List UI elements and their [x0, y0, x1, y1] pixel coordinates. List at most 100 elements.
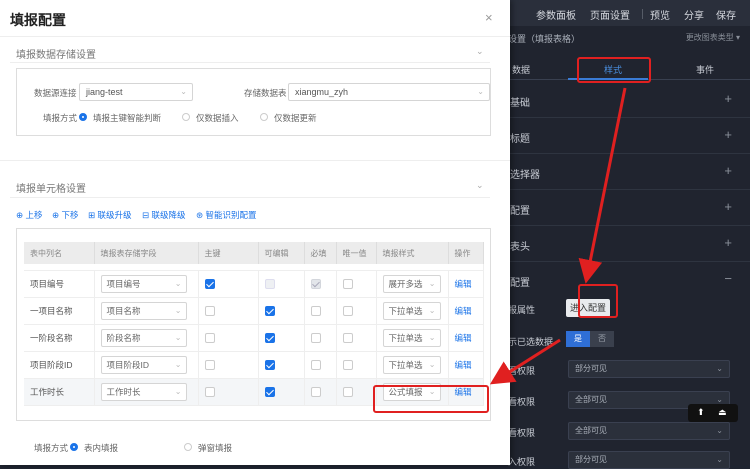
chevron-down-icon[interactable]: ⌄	[476, 46, 484, 57]
section-config[interactable]: 配置 +	[490, 190, 750, 226]
chevron-down-icon: ⌄	[174, 332, 182, 342]
cascade-upgrade-button[interactable]: ⊞ 联级升级	[88, 209, 132, 221]
edit-link[interactable]: 编辑	[455, 360, 472, 370]
unique-checkbox[interactable]	[342, 332, 353, 343]
required-checkbox[interactable]	[310, 305, 321, 316]
component-subtitle: 设置（填报表格）	[508, 34, 581, 44]
divider	[10, 62, 490, 63]
required-checkbox	[310, 278, 321, 289]
primary-key-checkbox[interactable]	[204, 332, 215, 343]
fill-mode-radio-update[interactable]	[260, 113, 268, 121]
preview-menu[interactable]: 预览	[650, 7, 670, 22]
page-settings-menu[interactable]: 页面设置	[590, 7, 630, 22]
section-fill-config[interactable]: 配置 −	[490, 262, 750, 298]
storage-field-select[interactable]: 项目编号 ⌄	[100, 274, 187, 293]
fill-mode-radio-smart[interactable]	[79, 113, 87, 121]
bottom-mode-radio-popup[interactable]	[184, 443, 192, 451]
expand-icon: +	[724, 91, 732, 106]
section-selector[interactable]: 选择器 +	[490, 154, 750, 190]
permission-select-4[interactable]: 部分可见 ⌄	[568, 451, 730, 469]
chevron-down-icon: ⌄	[716, 426, 723, 435]
table-row: 一阶段名称 阶段名称 ⌄ 下拉单选 ⌄ 编辑	[24, 324, 484, 352]
storage-table-label: 存储数据表	[244, 88, 287, 98]
fill-style-select[interactable]: 下拉单选 ⌄	[382, 301, 441, 320]
section-title[interactable]: 标题 +	[490, 118, 750, 154]
chevron-down-icon: ⌄	[428, 359, 436, 369]
bottom-fill-mode-label: 填报方式	[34, 443, 69, 453]
cell-section-title: 填报单元格设置	[16, 184, 86, 195]
edit-link[interactable]: 编辑	[455, 279, 472, 289]
datasource-label: 数据源连接	[34, 88, 77, 98]
required-checkbox[interactable]	[310, 332, 321, 343]
required-checkbox[interactable]	[310, 359, 321, 370]
edit-link[interactable]: 编辑	[455, 333, 472, 343]
tab-data[interactable]: 数据	[512, 63, 530, 76]
move-down-button[interactable]: ⊕ 下移	[52, 209, 79, 221]
fill-style-select[interactable]: 下拉单选 ⌄	[382, 355, 441, 374]
permission-select-3[interactable]: 全部可见 ⌄	[568, 422, 730, 440]
permission-label-1: 看权限	[508, 366, 536, 376]
editable-checkbox[interactable]	[264, 305, 275, 316]
toggle-yes[interactable]: 是	[566, 331, 590, 347]
chevron-down-icon[interactable]: ⌄	[476, 180, 484, 191]
move-up-button[interactable]: ⊕ 上移	[16, 209, 43, 221]
editable-checkbox[interactable]	[264, 332, 275, 343]
expand-icon: +	[724, 235, 732, 250]
permission-label-4: 入权限	[508, 457, 536, 467]
primary-key-checkbox[interactable]	[204, 359, 215, 370]
table-row: 项目编号 项目编号 ⌄ 展开多选 ⌄ 编辑	[24, 270, 484, 298]
show-selected-label: 示已选数据	[508, 337, 554, 347]
col-name-cell: 项目编号	[24, 270, 95, 298]
storage-table-select[interactable]: xiangmu_zyh ⌄	[288, 83, 490, 101]
change-chart-type[interactable]: 更改图表类型 ▾	[686, 32, 740, 43]
storage-section-title: 填报数据存储设置	[16, 50, 96, 61]
primary-key-checkbox[interactable]	[204, 386, 215, 397]
fill-style-select[interactable]: 下拉单选 ⌄	[382, 328, 441, 347]
permission-select-1[interactable]: 部分可见 ⌄	[568, 360, 730, 378]
col-name-cell: 一阶段名称	[24, 324, 95, 352]
divider	[0, 36, 510, 37]
save-menu[interactable]: 保存	[716, 7, 736, 22]
bottom-mode-radio-inline[interactable]	[70, 443, 78, 451]
datasource-select[interactable]: jiang-test ⌄	[79, 83, 193, 101]
unique-checkbox[interactable]	[342, 305, 353, 316]
chevron-down-icon: ⌄	[174, 386, 182, 396]
chevron-down-icon: ⌄	[174, 305, 182, 315]
toggle-no[interactable]: 否	[590, 331, 614, 347]
primary-key-checkbox[interactable]	[204, 278, 215, 289]
unique-checkbox[interactable]	[342, 278, 353, 289]
eject-icon[interactable]: ⏏	[718, 407, 727, 418]
expand-icon: +	[724, 163, 732, 178]
table-row: 项目阶段ID 项目阶段ID ⌄ 下拉单选 ⌄ 编辑	[24, 351, 484, 379]
fill-style-select[interactable]: 展开多选 ⌄	[382, 274, 441, 293]
edit-link[interactable]: 编辑	[455, 306, 472, 316]
close-icon[interactable]: ×	[485, 10, 493, 25]
section-header[interactable]: 表头 +	[490, 226, 750, 262]
permission-label-3: 看权限	[508, 428, 536, 438]
chevron-down-icon: ⌄	[174, 278, 182, 288]
storage-field-select[interactable]: 项目阶段ID ⌄	[100, 355, 187, 374]
col-header: 填报样式	[376, 242, 449, 264]
fill-mode-radio-insert[interactable]	[182, 113, 190, 121]
unique-checkbox[interactable]	[342, 386, 353, 397]
storage-field-select[interactable]: 工作时长 ⌄	[100, 382, 187, 401]
cascade-downgrade-button[interactable]: ⊟ 联级降级	[142, 209, 186, 221]
annotation-box-enter-config	[578, 284, 618, 318]
tab-event[interactable]: 事件	[696, 63, 714, 76]
editable-checkbox[interactable]	[264, 386, 275, 397]
smart-identify-button[interactable]: ⊛ 智能识别配置	[196, 209, 257, 221]
unique-checkbox[interactable]	[342, 359, 353, 370]
fill-mode-option-insert: 仅数据插入	[196, 113, 239, 123]
editable-checkbox[interactable]	[264, 359, 275, 370]
scroll-top-icon[interactable]: ⬆	[697, 407, 705, 418]
required-checkbox[interactable]	[310, 386, 321, 397]
table-header: 表中列名 填报表存储字段 主键 可编辑 必填 唯一值 填报样式 操作	[24, 242, 484, 264]
param-panel-menu[interactable]: 参数面板	[536, 7, 576, 22]
chevron-down-icon: ⌄	[428, 332, 436, 342]
primary-key-checkbox[interactable]	[204, 305, 215, 316]
storage-field-select[interactable]: 项目名称 ⌄	[100, 301, 187, 320]
editable-checkbox	[264, 278, 275, 289]
storage-field-select[interactable]: 阶段名称 ⌄	[100, 328, 187, 347]
share-menu[interactable]: 分享	[684, 7, 704, 22]
section-basic[interactable]: 基础 +	[490, 82, 750, 118]
